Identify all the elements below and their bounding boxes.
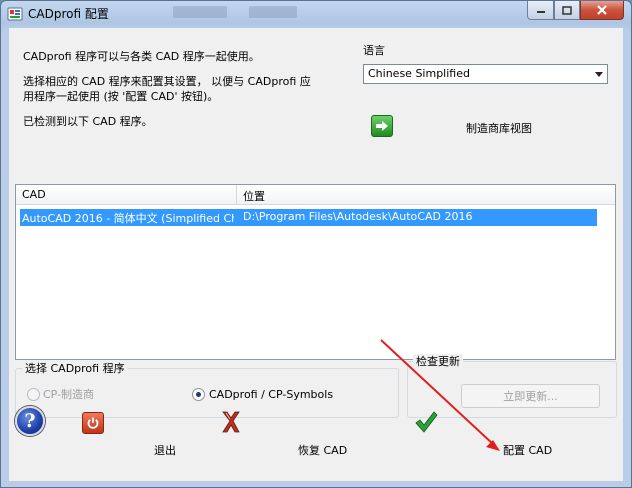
list-header: CAD 位置 [16, 185, 615, 205]
close-icon [597, 5, 607, 15]
app-logo-icon [7, 7, 23, 21]
intro-text-3: 用程序一起使用 (按 '配置 CAD' 按钮)。 [23, 90, 219, 103]
detected-text: 已检测到以下 CAD 程序。 [23, 115, 153, 128]
language-select[interactable]: Chinese Simplified [363, 64, 608, 84]
radio-symbols-label: CADprofi / CP-Symbols [209, 388, 334, 401]
program-select-group: 选择 CADprofi 程序 CP-制造商 CADprofi / CP-Symb… [15, 361, 399, 418]
radio-symbols[interactable] [192, 388, 205, 401]
column-header-cad[interactable]: CAD [22, 188, 46, 201]
update-group-label: 检查更新 [413, 354, 463, 369]
column-header-location[interactable]: 位置 [243, 188, 265, 204]
maximize-icon [562, 5, 572, 15]
help-button[interactable]: ? [15, 406, 45, 436]
dropdown-arrow-icon[interactable] [590, 65, 607, 83]
checkmark-icon[interactable] [414, 410, 438, 434]
table-row[interactable]: AutoCAD 2016 - 简体中文 (Simplified Chi... D… [20, 209, 597, 226]
help-icon: ? [24, 410, 36, 432]
program-group-label: 选择 CADprofi 程序 [22, 361, 128, 376]
minimize-icon [536, 11, 545, 13]
title-ghost-text [249, 6, 297, 18]
minimize-button[interactable] [527, 1, 554, 20]
restore-cad-label[interactable]: 恢复 CAD [298, 443, 347, 458]
update-now-button[interactable]: 立即更新... [461, 384, 600, 408]
language-label: 语言 [363, 44, 385, 57]
restore-cross-icon[interactable] [220, 409, 242, 435]
cad-program-list[interactable]: CAD 位置 AutoCAD 2016 - 简体中文 (Simplified C… [15, 184, 616, 360]
cell-location: D:\Program Files\Autodesk\AutoCAD 2016 [243, 210, 473, 223]
update-group: 检查更新 立即更新... [407, 354, 617, 418]
configure-cad-label[interactable]: 配置 CAD [503, 443, 552, 458]
column-divider[interactable] [236, 185, 237, 205]
exit-label[interactable]: 退出 [154, 443, 176, 458]
create-view-button[interactable] [371, 115, 393, 137]
green-arrow-right-icon [376, 121, 388, 131]
intro-text-1: CADprofi 程序可以与各类 CAD 程序一起使用。 [23, 50, 260, 63]
close-button[interactable] [580, 1, 624, 20]
power-icon [87, 417, 99, 429]
cell-cad-name: AutoCAD 2016 - 简体中文 (Simplified Chi... [22, 212, 234, 225]
radio-manufacturer-label: CP-制造商 [43, 388, 95, 401]
exit-icon-button[interactable] [82, 412, 104, 434]
language-selected-value: Chinese Simplified [368, 67, 470, 80]
radio-manufacturer[interactable] [27, 388, 40, 401]
title-bar[interactable]: CADprofi 配置 [1, 1, 631, 27]
maximize-button[interactable] [554, 1, 580, 20]
app-window: CADprofi 配置 CADprofi 程序可以与各类 CAD 程序一起使用。… [0, 0, 632, 488]
window-title: CADprofi 配置 [28, 7, 109, 21]
create-view-label[interactable]: 制造商库视图 [466, 121, 532, 136]
intro-text-2: 选择相应的 CAD 程序来配置其设置， 以便与 CADprofi 应 [23, 75, 311, 88]
title-ghost-text [173, 6, 227, 18]
